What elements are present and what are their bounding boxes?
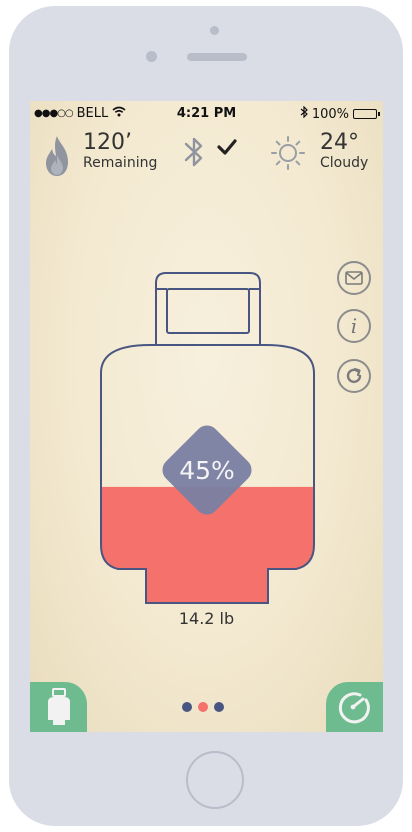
gas-remaining: 120’ Remaining bbox=[83, 130, 158, 172]
weather-temperature: 24° bbox=[320, 130, 359, 155]
gas-remaining-label: Remaining bbox=[83, 155, 158, 171]
camera-dot bbox=[210, 26, 219, 35]
weather-info: 24° Cloudy bbox=[320, 130, 369, 172]
info-icon: i bbox=[350, 314, 358, 338]
tank-tab-button[interactable] bbox=[30, 682, 87, 732]
flame-icon bbox=[46, 136, 68, 176]
bluetooth-icon[interactable] bbox=[182, 135, 206, 169]
page-dot[interactable] bbox=[182, 702, 192, 712]
email-button[interactable] bbox=[337, 261, 371, 295]
status-bar: ●●●○○ BELL 4:21 PM 100% bbox=[30, 101, 383, 127]
info-button[interactable]: i bbox=[337, 309, 371, 343]
front-sensor bbox=[146, 51, 157, 62]
envelope-icon bbox=[345, 271, 363, 285]
status-right: 100% bbox=[300, 105, 380, 122]
fill-level-badge: 45% bbox=[157, 420, 257, 520]
page-dot[interactable] bbox=[214, 702, 224, 712]
bluetooth-status-icon bbox=[300, 105, 308, 122]
gas-cylinder-icon bbox=[47, 688, 70, 725]
battery-percent: 100% bbox=[311, 106, 349, 122]
checkmark-icon bbox=[217, 139, 237, 155]
fill-level-percent: 45% bbox=[179, 455, 235, 485]
battery-icon bbox=[353, 109, 380, 119]
timer-tab-button[interactable] bbox=[326, 682, 383, 732]
tank-weight: 14.2 lb bbox=[178, 609, 235, 628]
weather-condition: Cloudy bbox=[320, 155, 369, 171]
page-indicator bbox=[182, 702, 224, 712]
refresh-icon bbox=[346, 367, 362, 384]
home-button[interactable] bbox=[186, 751, 244, 809]
earpiece-speaker bbox=[187, 53, 247, 61]
app-screen: ●●●○○ BELL 4:21 PM 100% 120’ Remaining 2… bbox=[30, 101, 383, 732]
timer-icon bbox=[338, 692, 370, 724]
gas-remaining-value: 120’ bbox=[83, 130, 132, 155]
page-dot[interactable] bbox=[198, 702, 208, 712]
refresh-button[interactable] bbox=[337, 359, 371, 393]
sun-icon bbox=[271, 136, 305, 170]
